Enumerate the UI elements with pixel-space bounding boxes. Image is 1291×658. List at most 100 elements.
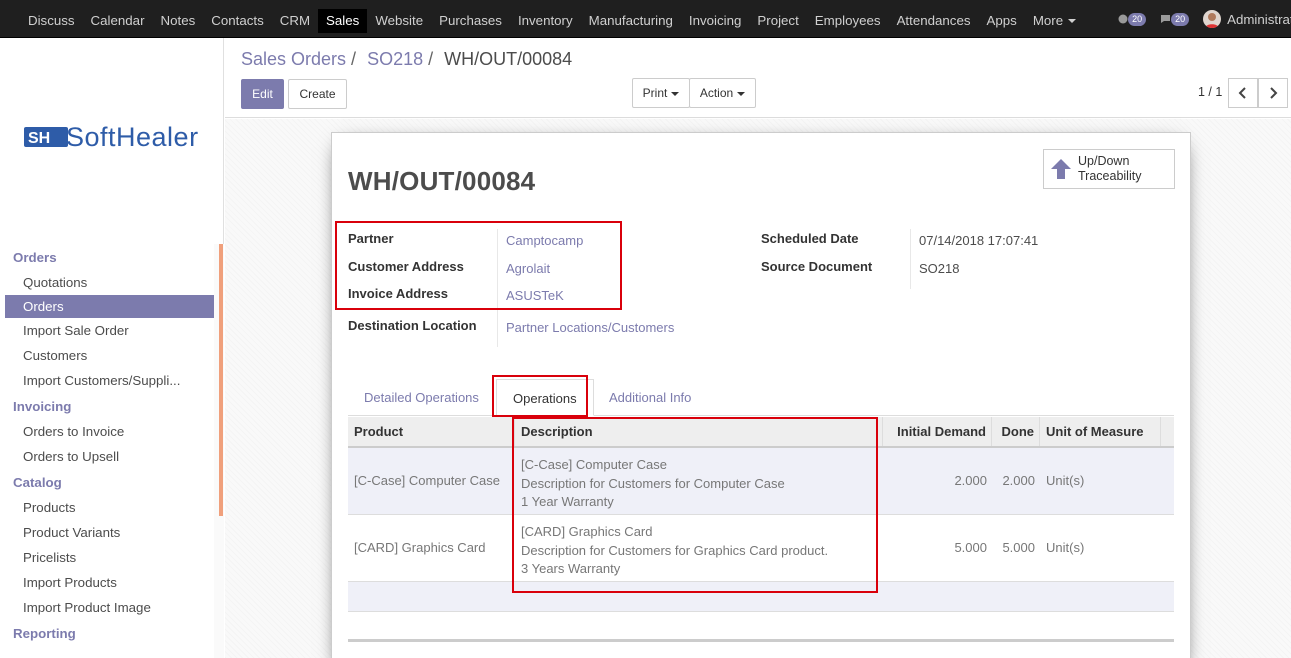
sidebar-item-import-customers[interactable]: Import Customers/Suppli... xyxy=(5,368,214,393)
column-done[interactable]: Done xyxy=(992,417,1040,446)
sidebar-menu: Orders Quotations Orders Import Sale Ord… xyxy=(5,244,214,646)
tab-operations[interactable]: Operations xyxy=(496,379,594,416)
field-divider xyxy=(497,229,498,347)
action-dropdown[interactable]: Action xyxy=(689,78,756,108)
nav-attendances[interactable]: Attendances xyxy=(889,9,979,33)
nav-contacts[interactable]: Contacts xyxy=(203,9,271,33)
sidebar-item-import-products[interactable]: Import Products xyxy=(5,570,214,595)
sidebar-item-products[interactable]: Products xyxy=(5,495,214,520)
column-description[interactable]: Description xyxy=(515,417,883,446)
customer-address-value[interactable]: Agrolait xyxy=(506,261,550,276)
softhealer-logo-icon: SH xyxy=(24,127,68,147)
tab-additional-info[interactable]: Additional Info xyxy=(593,379,707,416)
sidebar-item-quotations[interactable]: Quotations xyxy=(5,270,214,295)
field-divider xyxy=(910,229,911,289)
pager-value[interactable]: 1 / 1 xyxy=(1198,85,1222,99)
action-label: Action xyxy=(699,86,734,100)
chevron-down-icon xyxy=(737,91,746,96)
cell-initial-demand: 5.000 xyxy=(954,540,987,555)
description-line: 1 Year Warranty xyxy=(521,494,614,509)
logo-text: SoftHealer xyxy=(66,121,199,152)
sidebar-section-invoicing[interactable]: Invoicing xyxy=(5,395,214,419)
chevron-down-icon xyxy=(1068,19,1077,24)
user-avatar[interactable] xyxy=(1203,10,1222,28)
nav-crm[interactable]: CRM xyxy=(272,9,318,33)
nav-sales[interactable]: Sales xyxy=(318,9,368,33)
breadcrumb-sales-orders[interactable]: Sales Orders xyxy=(241,49,346,69)
create-button[interactable]: Create xyxy=(288,79,347,109)
cell-initial-demand: 2.000 xyxy=(954,473,987,488)
nav-inventory[interactable]: Inventory xyxy=(510,9,581,33)
destination-location-value[interactable]: Partner Locations/Customers xyxy=(506,320,674,335)
activity-menu[interactable]: 20 xyxy=(1117,12,1147,26)
cell-product: [C-Case] Computer Case xyxy=(354,473,500,488)
source-document-label: Source Document xyxy=(761,259,873,274)
form-view: Up/Down Traceability WH/OUT/00084 Partne… xyxy=(225,119,1291,658)
partner-value[interactable]: Camptocamp xyxy=(506,233,583,248)
description-line: [CARD] Graphics Card xyxy=(521,524,653,539)
chevron-down-icon xyxy=(671,91,680,96)
description-line: Description for Customers for Graphics C… xyxy=(521,542,829,558)
traceability-label-line1: Up/Down xyxy=(1078,154,1130,168)
nav-apps[interactable]: Apps xyxy=(979,9,1025,33)
control-panel: Sales Orders / SO218/ WH/OUT/00084 Edit C… xyxy=(225,38,1291,118)
pager-previous-button[interactable] xyxy=(1228,78,1258,108)
print-dropdown[interactable]: Print xyxy=(632,78,690,108)
description-line: Description for Customers for Computer C… xyxy=(521,475,785,491)
sidebar-section-catalog[interactable]: Catalog xyxy=(5,471,214,495)
chevron-left-icon xyxy=(1238,87,1246,99)
source-document-value: SO218 xyxy=(919,261,960,276)
traceability-label: Up/Down Traceability xyxy=(1078,154,1141,184)
table-row[interactable]: [CARD] Graphics Card [CARD] Graphics Car… xyxy=(348,515,1174,582)
scheduled-date-value: 07/14/2018 17:07:41 xyxy=(919,233,1039,248)
app-menu: Discuss Calendar Notes Contacts CRM Sale… xyxy=(20,0,1084,38)
cell-uom: Unit(s) xyxy=(1046,540,1085,555)
nav-manufacturing[interactable]: Manufacturing xyxy=(581,9,681,33)
table-row[interactable]: [C-Case] Computer Case [C-Case] Computer… xyxy=(348,448,1174,515)
breadcrumb-separator: / xyxy=(351,49,357,69)
cell-done: 5.000 xyxy=(1002,540,1035,555)
user-menu[interactable]: Administrato xyxy=(1227,12,1291,27)
nav-notes[interactable]: Notes xyxy=(153,9,204,33)
messaging-menu[interactable]: 20 xyxy=(1160,12,1190,26)
column-product[interactable]: Product xyxy=(348,417,515,446)
breadcrumb-separator: / xyxy=(428,49,434,69)
scheduled-date-label: Scheduled Date xyxy=(761,231,859,246)
partner-label: Partner xyxy=(348,231,394,246)
traceability-button[interactable]: Up/Down Traceability xyxy=(1043,149,1175,189)
nav-project[interactable]: Project xyxy=(749,9,806,33)
cell-done: 2.000 xyxy=(1002,473,1035,488)
record-title: WH/OUT/00084 xyxy=(348,166,536,196)
cell-uom: Unit(s) xyxy=(1046,473,1085,488)
sidebar-item-pricelists[interactable]: Pricelists xyxy=(5,545,214,570)
chat-bubbles-icon xyxy=(1160,14,1174,24)
breadcrumb-so218[interactable]: SO218 xyxy=(367,49,423,69)
tab-detailed-operations[interactable]: Detailed Operations xyxy=(348,379,495,416)
column-unit-of-measure[interactable]: Unit of Measure xyxy=(1040,417,1161,446)
sidebar-item-orders[interactable]: Orders xyxy=(5,295,214,318)
destination-location-label: Destination Location xyxy=(348,318,477,333)
sidebar-item-import-product-image[interactable]: Import Product Image xyxy=(5,595,214,620)
pager-next-button[interactable] xyxy=(1258,78,1288,108)
edit-button[interactable]: Edit xyxy=(241,79,284,109)
sidebar-scrollbar-thumb[interactable] xyxy=(219,244,223,516)
table-row-empty[interactable] xyxy=(348,582,1174,612)
sidebar-section-reporting[interactable]: Reporting xyxy=(5,622,214,646)
invoice-address-value[interactable]: ASUSTeK xyxy=(506,288,564,303)
column-initial-demand[interactable]: Initial Demand xyxy=(883,417,992,446)
nav-employees[interactable]: Employees xyxy=(807,9,889,33)
nav-calendar[interactable]: Calendar xyxy=(83,9,153,33)
breadcrumb-current: WH/OUT/00084 xyxy=(444,49,573,69)
nav-invoicing[interactable]: Invoicing xyxy=(681,9,749,33)
nav-website[interactable]: Website xyxy=(367,9,431,33)
sidebar-section-orders[interactable]: Orders xyxy=(5,246,214,270)
sidebar-item-import-sale-order[interactable]: Import Sale Order xyxy=(5,318,214,343)
sidebar-item-customers[interactable]: Customers xyxy=(5,343,214,368)
nav-purchases[interactable]: Purchases xyxy=(431,9,510,33)
nav-discuss[interactable]: Discuss xyxy=(20,9,83,33)
sidebar-item-orders-to-upsell[interactable]: Orders to Upsell xyxy=(5,444,214,469)
nav-more[interactable]: More xyxy=(1025,9,1084,33)
notebook-tabs: Detailed Operations Operations Additiona… xyxy=(348,379,1174,416)
sidebar-item-orders-to-invoice[interactable]: Orders to Invoice xyxy=(5,419,214,444)
sidebar-item-product-variants[interactable]: Product Variants xyxy=(5,520,214,545)
